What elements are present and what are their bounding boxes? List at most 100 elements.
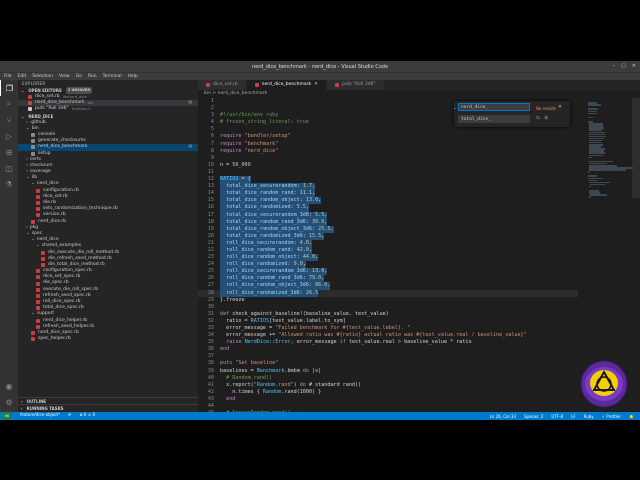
- breadcrumb[interactable]: bin > nerd_dice_benchmark: [198, 90, 640, 98]
- remote-explorer-icon[interactable]: ◫: [0, 160, 18, 176]
- code-line[interactable]: 37: [198, 353, 578, 360]
- editor-scrollbar[interactable]: [632, 98, 640, 198]
- branch-indicator[interactable]: feature/dice-object*: [20, 412, 60, 420]
- account-icon[interactable]: ◉: [0, 378, 18, 394]
- code-line[interactable]: 5: [198, 126, 578, 133]
- code-line[interactable]: 7 require "benchmark": [198, 141, 578, 148]
- project-header[interactable]: ⌄ NERD_DICE: [18, 113, 198, 120]
- open-editor-item[interactable]: puts "Roll 3d6" Untitled-1: [18, 106, 198, 112]
- code-line[interactable]: 8 require "nerd_dice": [198, 148, 578, 155]
- code-line[interactable]: 38 puts "Set baseline": [198, 360, 578, 367]
- extensions-icon[interactable]: ⊞: [0, 144, 18, 160]
- code-line[interactable]: 20 total_dice_randomized_3d6: 15.5,: [198, 232, 578, 240]
- code-line[interactable]: 11: [198, 169, 578, 176]
- close-button[interactable]: ✕: [632, 63, 636, 69]
- code-line[interactable]: 18 total_dice_random_rand_3d6: 30.0,: [198, 218, 578, 226]
- code-line[interactable]: 14 total_dice_random_rand: 11.1,: [198, 190, 578, 198]
- code-line[interactable]: 35 raise NerdDice::Error, error_message …: [198, 339, 578, 346]
- code-text: end: [220, 346, 230, 353]
- explorer-icon[interactable]: ❐: [0, 80, 18, 96]
- cursor-position[interactable]: Ln 26, Col 33: [490, 414, 516, 419]
- status-bar: ⋈ feature/dice-object* ⟳ ⊗ 0 ⚠ 0 Ln 26, …: [0, 412, 640, 420]
- code-line[interactable]: 39 baselines = Benchmark.bmbm do |x|: [198, 368, 578, 375]
- open-editors-header[interactable]: ⌄ OPEN EDITORS 2 UNSAVED: [18, 87, 198, 94]
- code-line[interactable]: 17 total_dice_securerandom_3d6: 5.5,: [198, 211, 578, 219]
- code-line[interactable]: 10 n = 50_000: [198, 162, 578, 169]
- language-mode[interactable]: Ruby: [584, 414, 594, 419]
- file-icon: [28, 101, 32, 106]
- gear-icon[interactable]: ⚙: [0, 394, 18, 410]
- code-editor[interactable]: 1 2 3 #!/usr/bin/env ruby 4 # frozen_string_l…: [198, 98, 578, 412]
- code-line[interactable]: 33 error_message = "Failed benchmark for…: [198, 325, 578, 332]
- code-line[interactable]: 29}.freeze: [198, 297, 578, 304]
- remote-indicator[interactable]: ⋈: [2, 412, 12, 420]
- search-icon[interactable]: ⌕: [0, 96, 18, 112]
- editor-tab[interactable]: nerd_dice_benchmark ✕: [246, 80, 327, 90]
- menu-help[interactable]: Help: [128, 74, 138, 79]
- code-line[interactable]: 27 roll_dice_random_object_3d6: 86.0,: [198, 282, 578, 290]
- indentation[interactable]: Spaces: 2: [524, 414, 543, 419]
- code-line[interactable]: 31 def check_against_baseline!(baseline_v…: [198, 311, 578, 318]
- code-line[interactable]: 36 end: [198, 346, 578, 353]
- source-control-icon[interactable]: ⑂: [0, 112, 18, 128]
- code-line[interactable]: 15 total_dice_random_object: 13.0,: [198, 197, 578, 205]
- file-icon: [36, 293, 40, 298]
- code-line[interactable]: 30: [198, 304, 578, 311]
- tree-file[interactable]: spec_helper.rb: [18, 336, 198, 342]
- code-line[interactable]: 21 roll_dice_securerandom: 4.0,: [198, 239, 578, 247]
- explorer-title: EXPLORER: [22, 81, 46, 86]
- eol[interactable]: LF: [571, 414, 576, 419]
- chevron-down-icon[interactable]: ⌄: [453, 105, 456, 110]
- code-line[interactable]: 43 end: [198, 396, 578, 403]
- running-tasks-header[interactable]: › RUNNING TASKS: [18, 404, 198, 411]
- code-line[interactable]: 41 x.report("Random.rand") do # standard…: [198, 382, 578, 389]
- menu-selection[interactable]: Selection: [32, 74, 53, 79]
- line-number: 14: [207, 190, 214, 197]
- code-line[interactable]: 25 roll_dice_securerandom_3d6: 13.0,: [198, 268, 578, 276]
- encoding[interactable]: UTF-8: [551, 414, 563, 419]
- code-line[interactable]: 32 ratio = RATIOS[test_value.label.to_sy…: [198, 318, 578, 325]
- line-number: 31: [207, 310, 214, 317]
- testing-icon[interactable]: ⚗: [0, 176, 18, 192]
- code-line[interactable]: 16 total_dice_randomized: 5.5,: [198, 204, 578, 212]
- minimize-button[interactable]: –: [613, 63, 616, 69]
- code-text: error_message += "Allowed ratio was #{ra…: [220, 332, 527, 339]
- code-line[interactable]: 23 roll_dice_random_object: 44.0,: [198, 254, 578, 262]
- menu-file[interactable]: File: [4, 74, 12, 79]
- outline-header[interactable]: › OUTLINE: [18, 397, 198, 404]
- code-line[interactable]: 26 roll_dice_random_rand_3d6: 79.0,: [198, 275, 578, 283]
- code-line[interactable]: 19 total_dice_random_object_3d6: 25.5,: [198, 225, 578, 233]
- menu-edit[interactable]: Edit: [18, 74, 27, 79]
- code-line[interactable]: 9: [198, 155, 578, 162]
- replace-input[interactable]: total_dice_: [458, 115, 530, 123]
- close-icon[interactable]: ✕: [558, 105, 562, 110]
- prettier-status[interactable]: ✓ Prettier: [602, 414, 621, 419]
- menu-go[interactable]: Go: [76, 74, 82, 79]
- bell-icon[interactable]: 🔔: [629, 414, 634, 419]
- code-line[interactable]: 28 roll_dice_randomized_3d6: 26.5: [198, 289, 578, 297]
- code-line[interactable]: 44: [198, 403, 578, 410]
- code-line[interactable]: 24 roll_dice_randomized: 9.0,: [198, 261, 578, 269]
- run-debug-icon[interactable]: ▷: [0, 128, 18, 144]
- code-line[interactable]: 6 require "bundler/setup": [198, 133, 578, 140]
- menu-run[interactable]: Run: [88, 74, 97, 79]
- sync-icon[interactable]: ⟳: [68, 412, 71, 420]
- replace-all-icon[interactable]: ⇶: [544, 116, 548, 121]
- editor-tab[interactable]: puts "Roll 3d6": [326, 80, 385, 90]
- code-line[interactable]: 22 roll_dice_random_rand: 42.0,: [198, 246, 578, 255]
- menu-terminal[interactable]: Terminal: [103, 74, 122, 79]
- code-line[interactable]: 34 error_message += "Allowed ratio was #…: [198, 332, 578, 339]
- find-input[interactable]: nerd_dice_: [458, 103, 530, 111]
- code-line[interactable]: 12 RATIOS = {: [198, 176, 578, 184]
- code-line[interactable]: 13 total_dice_securerandom: 1.7,: [198, 183, 578, 191]
- close-tab-icon[interactable]: ✕: [314, 80, 318, 90]
- editor-tab[interactable]: dice_set.rb: [198, 80, 247, 90]
- maximize-button[interactable]: ▢: [621, 63, 626, 69]
- problems-indicator[interactable]: ⊗ 0 ⚠ 0: [79, 412, 95, 420]
- file-icon: [41, 262, 45, 267]
- replace-icon[interactable]: ⇆: [536, 116, 540, 121]
- code-line[interactable]: 42 n.times { Random.rand(1000) }: [198, 389, 578, 396]
- code-line[interactable]: 40 # Random.rand(): [198, 375, 578, 382]
- menu-view[interactable]: View: [59, 74, 70, 79]
- line-number: 2: [210, 105, 214, 112]
